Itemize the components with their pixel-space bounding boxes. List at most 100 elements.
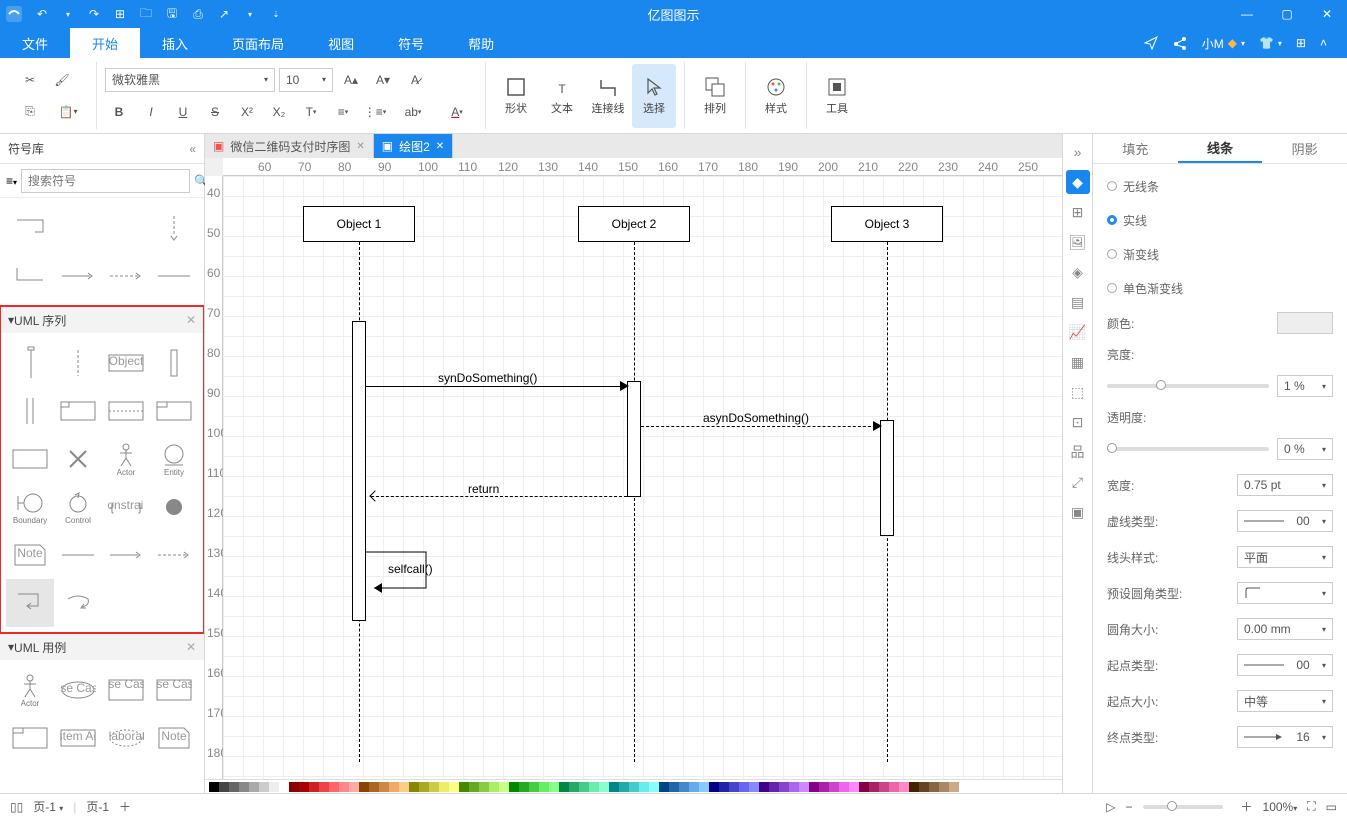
zoom-in-icon[interactable]: ＋ xyxy=(1241,798,1253,815)
italic-icon[interactable]: I xyxy=(137,98,165,126)
close-button[interactable]: ✕ xyxy=(1307,0,1347,28)
theme-icon[interactable]: 👕▾ xyxy=(1259,36,1282,50)
color-swatch[interactable] xyxy=(479,782,489,792)
menu-layout[interactable]: 页面布局 xyxy=(210,28,306,58)
start-size-select[interactable]: 中等▾ xyxy=(1237,690,1333,712)
lib-shape[interactable] xyxy=(102,387,150,435)
color-swatch[interactable] xyxy=(219,782,229,792)
dash-select[interactable]: 00▾ xyxy=(1237,510,1333,532)
color-swatch[interactable] xyxy=(719,782,729,792)
color-swatch[interactable] xyxy=(309,782,319,792)
lib-actor-shape[interactable]: Actor xyxy=(102,435,150,483)
color-swatch[interactable] xyxy=(749,782,759,792)
undo-icon[interactable]: ↶ xyxy=(32,4,52,24)
section-header[interactable]: ▾ UML 用例✕ xyxy=(0,634,204,660)
color-swatch[interactable] xyxy=(399,782,409,792)
color-swatch[interactable] xyxy=(609,782,619,792)
lib-shape[interactable] xyxy=(54,204,102,252)
color-swatch[interactable] xyxy=(869,782,879,792)
color-swatch[interactable] xyxy=(639,782,649,792)
color-swatch[interactable] xyxy=(509,782,519,792)
color-swatch[interactable] xyxy=(949,782,959,792)
superscript-icon[interactable]: X² xyxy=(233,98,261,126)
color-swatch[interactable] xyxy=(789,782,799,792)
color-swatch[interactable] xyxy=(659,782,669,792)
message-label[interactable]: synDoSomething() xyxy=(438,371,537,385)
color-swatch[interactable] xyxy=(329,782,339,792)
activation-bar[interactable] xyxy=(352,321,366,621)
lib-shape[interactable] xyxy=(102,252,150,300)
lib-shape[interactable] xyxy=(150,483,198,531)
lib-control-shape[interactable]: Control xyxy=(54,483,102,531)
color-swatch[interactable] xyxy=(709,782,719,792)
color-swatch[interactable] xyxy=(939,782,949,792)
color-swatch[interactable] xyxy=(209,782,219,792)
lib-shape[interactable] xyxy=(6,579,54,627)
subscript-icon[interactable]: X₂ xyxy=(265,98,293,126)
close-section-icon[interactable]: ✕ xyxy=(186,640,196,654)
message-label[interactable]: asynDoSomething() xyxy=(703,411,809,425)
color-swatch[interactable] xyxy=(229,782,239,792)
zoom-out-icon[interactable]: − xyxy=(1126,800,1133,814)
color-swatch[interactable] xyxy=(539,782,549,792)
color-swatch[interactable] xyxy=(489,782,499,792)
color-swatch[interactable] xyxy=(249,782,259,792)
round-size[interactable]: 0.00 mm▾ xyxy=(1237,618,1333,640)
color-swatch[interactable] xyxy=(809,782,819,792)
lib-boundary-shape[interactable]: Boundary xyxy=(6,483,54,531)
menu-symbol[interactable]: 符号 xyxy=(376,28,446,58)
paste-icon[interactable]: 📋▾ xyxy=(48,98,88,126)
play-icon[interactable]: ▷ xyxy=(1106,800,1115,814)
open-icon[interactable]: 🗀 xyxy=(136,4,156,24)
color-swatch[interactable] xyxy=(669,782,679,792)
document-tab[interactable]: ▣微信二维码支付时序图✕ xyxy=(205,134,374,158)
bold-icon[interactable]: B xyxy=(105,98,133,126)
shape-tool[interactable]: 形状 xyxy=(494,64,538,128)
lib-actor-shape[interactable]: Actor xyxy=(6,666,54,714)
text-case-icon[interactable]: T▾ xyxy=(297,98,325,126)
color-swatch[interactable] xyxy=(409,782,419,792)
prop-tab-fill[interactable]: 填充 xyxy=(1093,134,1178,163)
font-color-icon[interactable]: A▾ xyxy=(437,98,477,126)
lib-shape[interactable] xyxy=(6,387,54,435)
lib-usecase-shape[interactable]: Use Case xyxy=(102,666,150,714)
message-label[interactable]: return xyxy=(468,482,499,496)
lib-shape[interactable] xyxy=(54,339,102,387)
message-arrow[interactable] xyxy=(371,496,627,497)
color-swatch[interactable] xyxy=(589,782,599,792)
underline-icon[interactable]: U xyxy=(169,98,197,126)
page-layout-icon[interactable]: ▯▯ xyxy=(10,800,23,814)
color-swatch[interactable] xyxy=(899,782,909,792)
color-swatch[interactable] xyxy=(739,782,749,792)
color-swatch[interactable] xyxy=(569,782,579,792)
maximize-button[interactable]: ▢ xyxy=(1267,0,1307,28)
fill-tool-icon[interactable]: ◆ xyxy=(1066,170,1090,194)
message-arrow[interactable] xyxy=(366,386,626,387)
color-swatch[interactable] xyxy=(319,782,329,792)
color-swatch[interactable] xyxy=(459,782,469,792)
color-swatch[interactable] xyxy=(799,782,809,792)
zoom-slider[interactable] xyxy=(1143,805,1223,809)
color-swatch[interactable] xyxy=(529,782,539,792)
opacity-value[interactable]: 0 %▾ xyxy=(1277,438,1333,460)
lib-shape[interactable] xyxy=(6,435,54,483)
lib-shape[interactable] xyxy=(6,204,54,252)
color-swatch[interactable] xyxy=(549,782,559,792)
color-swatch[interactable] xyxy=(519,782,529,792)
lib-shape[interactable] xyxy=(150,531,198,579)
rail-icon[interactable]: ▦ xyxy=(1066,350,1090,374)
arrange-tool[interactable]: 排列 xyxy=(693,64,737,128)
app-logo-icon[interactable] xyxy=(0,0,28,28)
rail-icon[interactable]: ▤ xyxy=(1066,290,1090,314)
diagram-object[interactable]: Object 1 xyxy=(303,206,415,242)
connector-tool[interactable]: 连接线 xyxy=(586,64,630,128)
zoom-value[interactable]: 100%▾ xyxy=(1263,800,1298,814)
color-swatch[interactable] xyxy=(699,782,709,792)
color-swatch[interactable] xyxy=(629,782,639,792)
round-select[interactable]: ▾ xyxy=(1237,582,1333,604)
new-icon[interactable]: ⊞ xyxy=(110,4,130,24)
copy-icon[interactable]: ⎘ xyxy=(16,98,44,126)
color-swatch[interactable] xyxy=(449,782,459,792)
color-palette[interactable] xyxy=(205,779,1062,793)
menu-file[interactable]: 文件 xyxy=(0,28,70,58)
